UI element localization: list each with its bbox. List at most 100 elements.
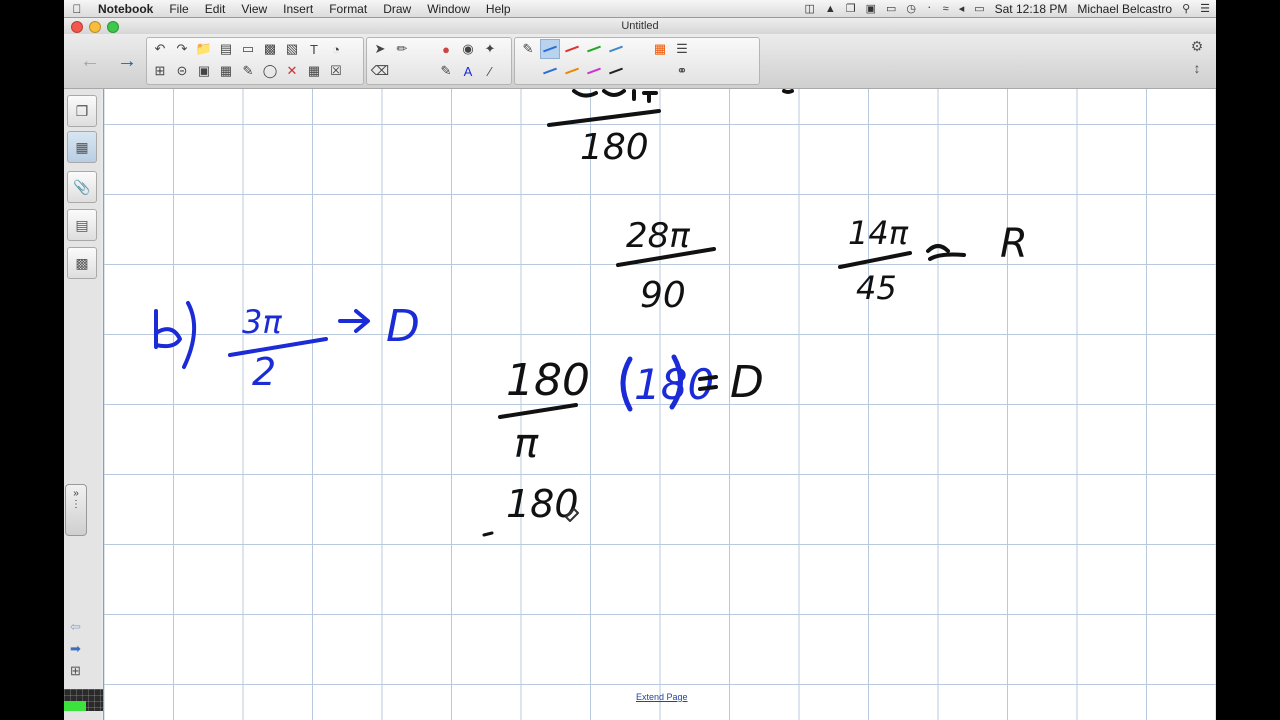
delete-page-icon[interactable]: ⊝: [172, 61, 192, 81]
menu-view[interactable]: View: [233, 2, 275, 16]
paste-icon[interactable]: ▧: [282, 39, 302, 59]
highlighter-icon[interactable]: ✎: [518, 39, 538, 59]
extend-page-link[interactable]: Extend Page: [636, 692, 688, 702]
copy-icon[interactable]: ❐: [846, 2, 856, 15]
ink-label-180-top: 180: [580, 127, 649, 168]
magic-pen-icon[interactable]: ✦: [480, 39, 500, 59]
ink-label-90: 90: [640, 275, 686, 316]
menu-help[interactable]: Help: [478, 2, 519, 16]
ink-label-D-black: D: [730, 357, 764, 408]
pen-style-red-1[interactable]: [562, 39, 582, 59]
ink-label-28pi: 28π: [626, 216, 690, 256]
screen-tools-icon[interactable]: ✎: [238, 61, 258, 81]
previous-page-icon[interactable]: ⇦: [70, 619, 81, 635]
table-icon[interactable]: ▦: [304, 61, 324, 81]
screen-shade-icon[interactable]: ▭: [238, 39, 258, 59]
screen-capture-icon[interactable]: ▩: [260, 39, 280, 59]
window-title: Untitled: [621, 20, 659, 32]
ink-work-in-progress: 180: [482, 482, 579, 537]
back-arrow-icon[interactable]: ←: [76, 48, 104, 74]
battery-icon[interactable]: ▭: [974, 2, 984, 15]
line-style-icon[interactable]: ☰: [672, 39, 692, 59]
gallery-icon[interactable]: ▦: [67, 131, 97, 163]
insert-image-icon[interactable]: ▦: [216, 61, 236, 81]
menu-edit[interactable]: Edit: [197, 2, 234, 16]
wifi-icon[interactable]: ≈: [943, 3, 949, 15]
text-tool-icon[interactable]: T: [304, 39, 324, 59]
whiteboard-canvas[interactable]: 180 28π 90 14π 45 R 3π 2 D 180 π 180 D 1…: [103, 89, 1216, 720]
ink-problem-b: 3π 2 D: [154, 301, 420, 394]
notification-list-icon[interactable]: ☰: [1200, 2, 1210, 15]
menu-insert[interactable]: Insert: [275, 2, 321, 16]
forward-arrow-icon[interactable]: →: [113, 48, 141, 74]
pens-icon[interactable]: ✎: [436, 61, 456, 81]
bluetooth-icon[interactable]: ᛫: [926, 3, 933, 15]
line-tool-icon[interactable]: ⁄: [480, 61, 500, 81]
next-page-icon[interactable]: ➡: [70, 641, 81, 657]
ink-top-denominator: 180: [580, 127, 649, 168]
page-sorter-icon[interactable]: ❐: [67, 95, 97, 127]
redo-icon[interactable]: ↷: [172, 39, 192, 59]
menubar-user[interactable]: Michael Belcastro: [1077, 2, 1172, 16]
menu-file[interactable]: File: [161, 2, 196, 16]
drive-icon[interactable]: ▲: [825, 3, 836, 15]
ink-label-180: 180: [506, 355, 590, 406]
ink-fraction-28pi-90: 28π 90: [616, 216, 716, 316]
display-icon[interactable]: ▣: [866, 2, 876, 15]
status-app-icon[interactable]: ◫: [804, 2, 814, 15]
airplay-icon[interactable]: ▭: [886, 2, 896, 15]
attachments-icon[interactable]: 📎: [67, 171, 97, 203]
status-menus: ◫ ▲ ❐ ▣ ▭ ◷ ᛫ ≈ ◂ ▭ Sat 12:18 PM Michael…: [804, 0, 1210, 17]
select-pointer-icon[interactable]: ➤: [370, 39, 390, 59]
close-box-icon[interactable]: ☒: [326, 61, 346, 81]
menubar-clock[interactable]: Sat 12:18 PM: [995, 2, 1068, 16]
addons-icon[interactable]: ▩: [67, 247, 97, 279]
pen-style-blue-3[interactable]: [540, 61, 560, 81]
pen-styles-group: ✎ ▦ ☰ ⚭: [514, 37, 760, 85]
globe-icon[interactable]: ◔: [326, 39, 346, 59]
pen-style-orange-1[interactable]: [562, 61, 582, 81]
apple-menu-icon[interactable]: : [64, 2, 90, 16]
delete-x-icon[interactable]: ✕: [282, 61, 302, 81]
ink-label-R-blue: 180: [634, 360, 714, 409]
text-color-icon[interactable]: A: [458, 61, 478, 81]
properties-icon[interactable]: ▤: [67, 209, 97, 241]
sidebar-collapse-tab[interactable]: » ⋮: [65, 484, 87, 536]
pen-icon[interactable]: ✏: [392, 39, 412, 59]
color-palette-icon[interactable]: ▦: [650, 39, 670, 59]
settings-gear-icon[interactable]: ⚙: [1184, 38, 1210, 60]
document-icon[interactable]: ▤: [216, 39, 236, 59]
ink-top-fraction: [547, 89, 794, 127]
volume-icon[interactable]: ◂: [959, 2, 965, 15]
add-page-icon[interactable]: ⊞: [150, 61, 170, 81]
pen-style-green-1[interactable]: [584, 39, 604, 59]
undo-icon[interactable]: ↶: [150, 39, 170, 59]
magnifier-icon[interactable]: ◯: [260, 61, 280, 81]
menu-format[interactable]: Format: [321, 2, 375, 16]
menu-window[interactable]: Window: [419, 2, 478, 16]
fill-icon[interactable]: ◉: [458, 39, 478, 59]
pen-style-magenta-1[interactable]: [584, 61, 604, 81]
menu-draw[interactable]: Draw: [375, 2, 419, 16]
pen-style-blue-2[interactable]: [606, 39, 626, 59]
move-toolbar-icon[interactable]: ↕: [1184, 60, 1210, 82]
spotlight-search-icon[interactable]: ⚲: [1182, 2, 1190, 15]
time-machine-icon[interactable]: ◷: [906, 2, 916, 15]
open-folder-icon[interactable]: 📁: [194, 39, 214, 59]
ink-conversion-formula: 180 π 180 D: [498, 354, 764, 467]
title-bar: Untitled: [64, 18, 1216, 34]
eraser-icon[interactable]: ⌫: [370, 61, 390, 81]
toolbar: ← → ↶ ↷ 📁 ▤ ▭ ▩ ▧ T ◔ ⊞ ⊝ ▣ ▦ ✎ ◯ ✕ ▦ ☒ …: [64, 34, 1216, 89]
pen-style-black-1[interactable]: [606, 61, 626, 81]
ink-label-14pi: 14π: [848, 214, 909, 252]
menu-app-notebook[interactable]: Notebook: [90, 2, 161, 16]
pen-style-blue-1[interactable]: [540, 39, 560, 59]
add-page-mini-icon[interactable]: ⊞: [70, 663, 81, 679]
draw-tools-group: ➤ ✏ ● ◉ ✦ ⌫ ✎ A ⁄: [366, 37, 512, 85]
link-icon[interactable]: ⚭: [672, 61, 692, 81]
creative-pen-icon[interactable]: ●: [436, 39, 456, 59]
save-icon[interactable]: ▣: [194, 61, 214, 81]
